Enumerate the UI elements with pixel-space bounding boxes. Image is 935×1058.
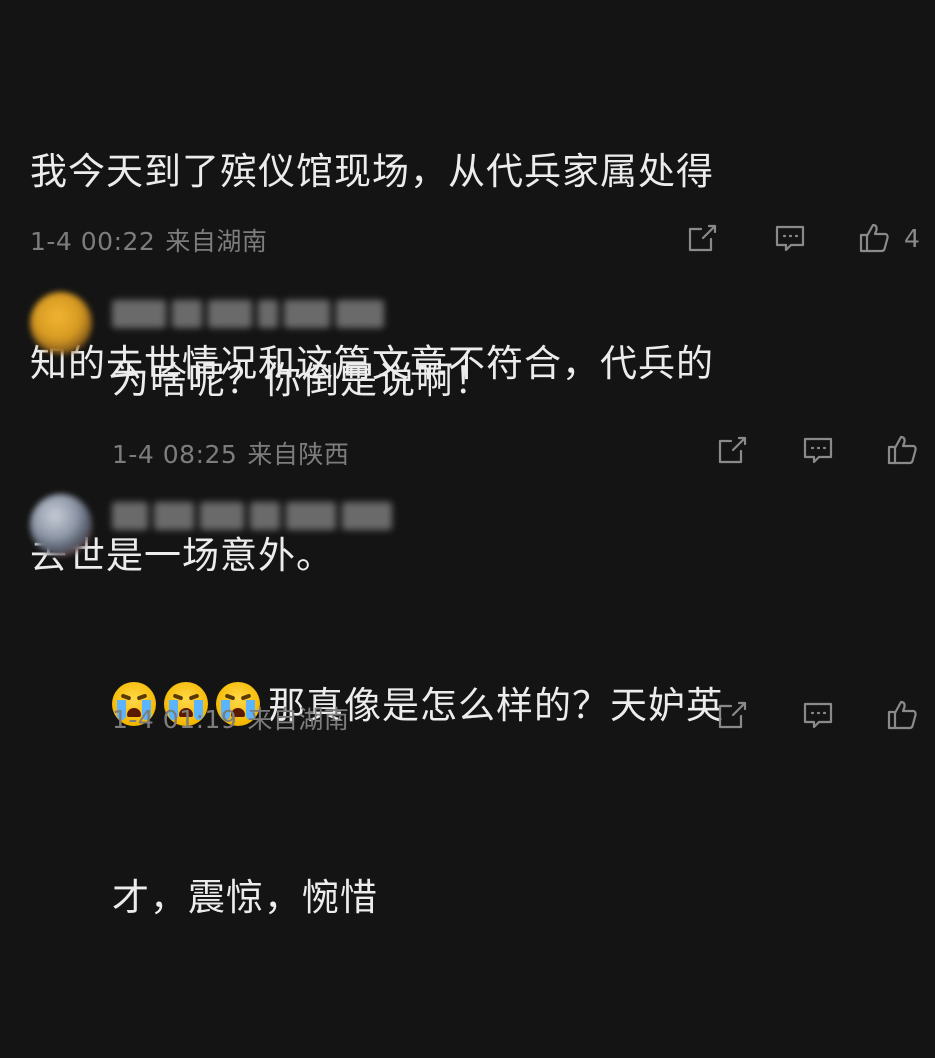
thumbs-up-icon[interactable] (884, 432, 920, 468)
comment-date: 1-4 01:19 (112, 705, 238, 734)
avatar[interactable] (30, 494, 92, 556)
comment-item: 那真像是怎么样的？天妒英 才，震惊，惋惜 1-4 01:19 来自湖南 (0, 484, 935, 919)
comment-date: 1-4 00:22 (30, 227, 156, 256)
comment-actions (714, 697, 920, 733)
comment-actions (714, 432, 920, 468)
comment-actions: 4 (684, 220, 920, 256)
like-count: 4 (904, 223, 920, 253)
comment-meta: 1-4 08:25 来自陕西 (112, 435, 349, 471)
username-blurred[interactable] (112, 300, 384, 328)
share-icon[interactable] (714, 697, 750, 733)
comment-item: 为啥呢？你倒是说啊！ 1-4 08:25 来自陕西 (0, 282, 935, 482)
comment-text: 为啥呢？你倒是说啊！ (112, 359, 492, 402)
comment-text: 那真像是怎么样的？天妒英 才，震惊，惋惜 (112, 546, 892, 1058)
comment-location: 来自湖南 (247, 705, 350, 734)
comment-text-line: 我今天到了殡仪馆现场，从代兵家属处得 (30, 150, 714, 193)
comment-meta: 1-4 00:22 来自湖南 (30, 222, 267, 258)
thumbs-up-icon[interactable] (884, 697, 920, 733)
comment-item: 我今天到了殡仪馆现场，从代兵家属处得 知的去世情况和这篇文章不符合，代兵的 去世… (0, 0, 935, 577)
comment-location: 来自湖南 (165, 227, 268, 256)
comment-location: 来自陕西 (247, 440, 350, 469)
share-icon[interactable] (714, 432, 750, 468)
comment-icon[interactable] (800, 697, 836, 733)
comment-date: 1-4 08:25 (112, 440, 238, 469)
comment-icon[interactable] (800, 432, 836, 468)
avatar[interactable] (30, 292, 92, 354)
thumbs-up-icon[interactable] (856, 220, 892, 256)
username-blurred[interactable] (112, 502, 392, 530)
comment-meta: 1-4 01:19 来自湖南 (112, 700, 349, 736)
comment-text-line: 才，震惊，惋惜 (112, 876, 378, 919)
share-icon[interactable] (684, 220, 720, 256)
comment-icon[interactable] (772, 220, 808, 256)
